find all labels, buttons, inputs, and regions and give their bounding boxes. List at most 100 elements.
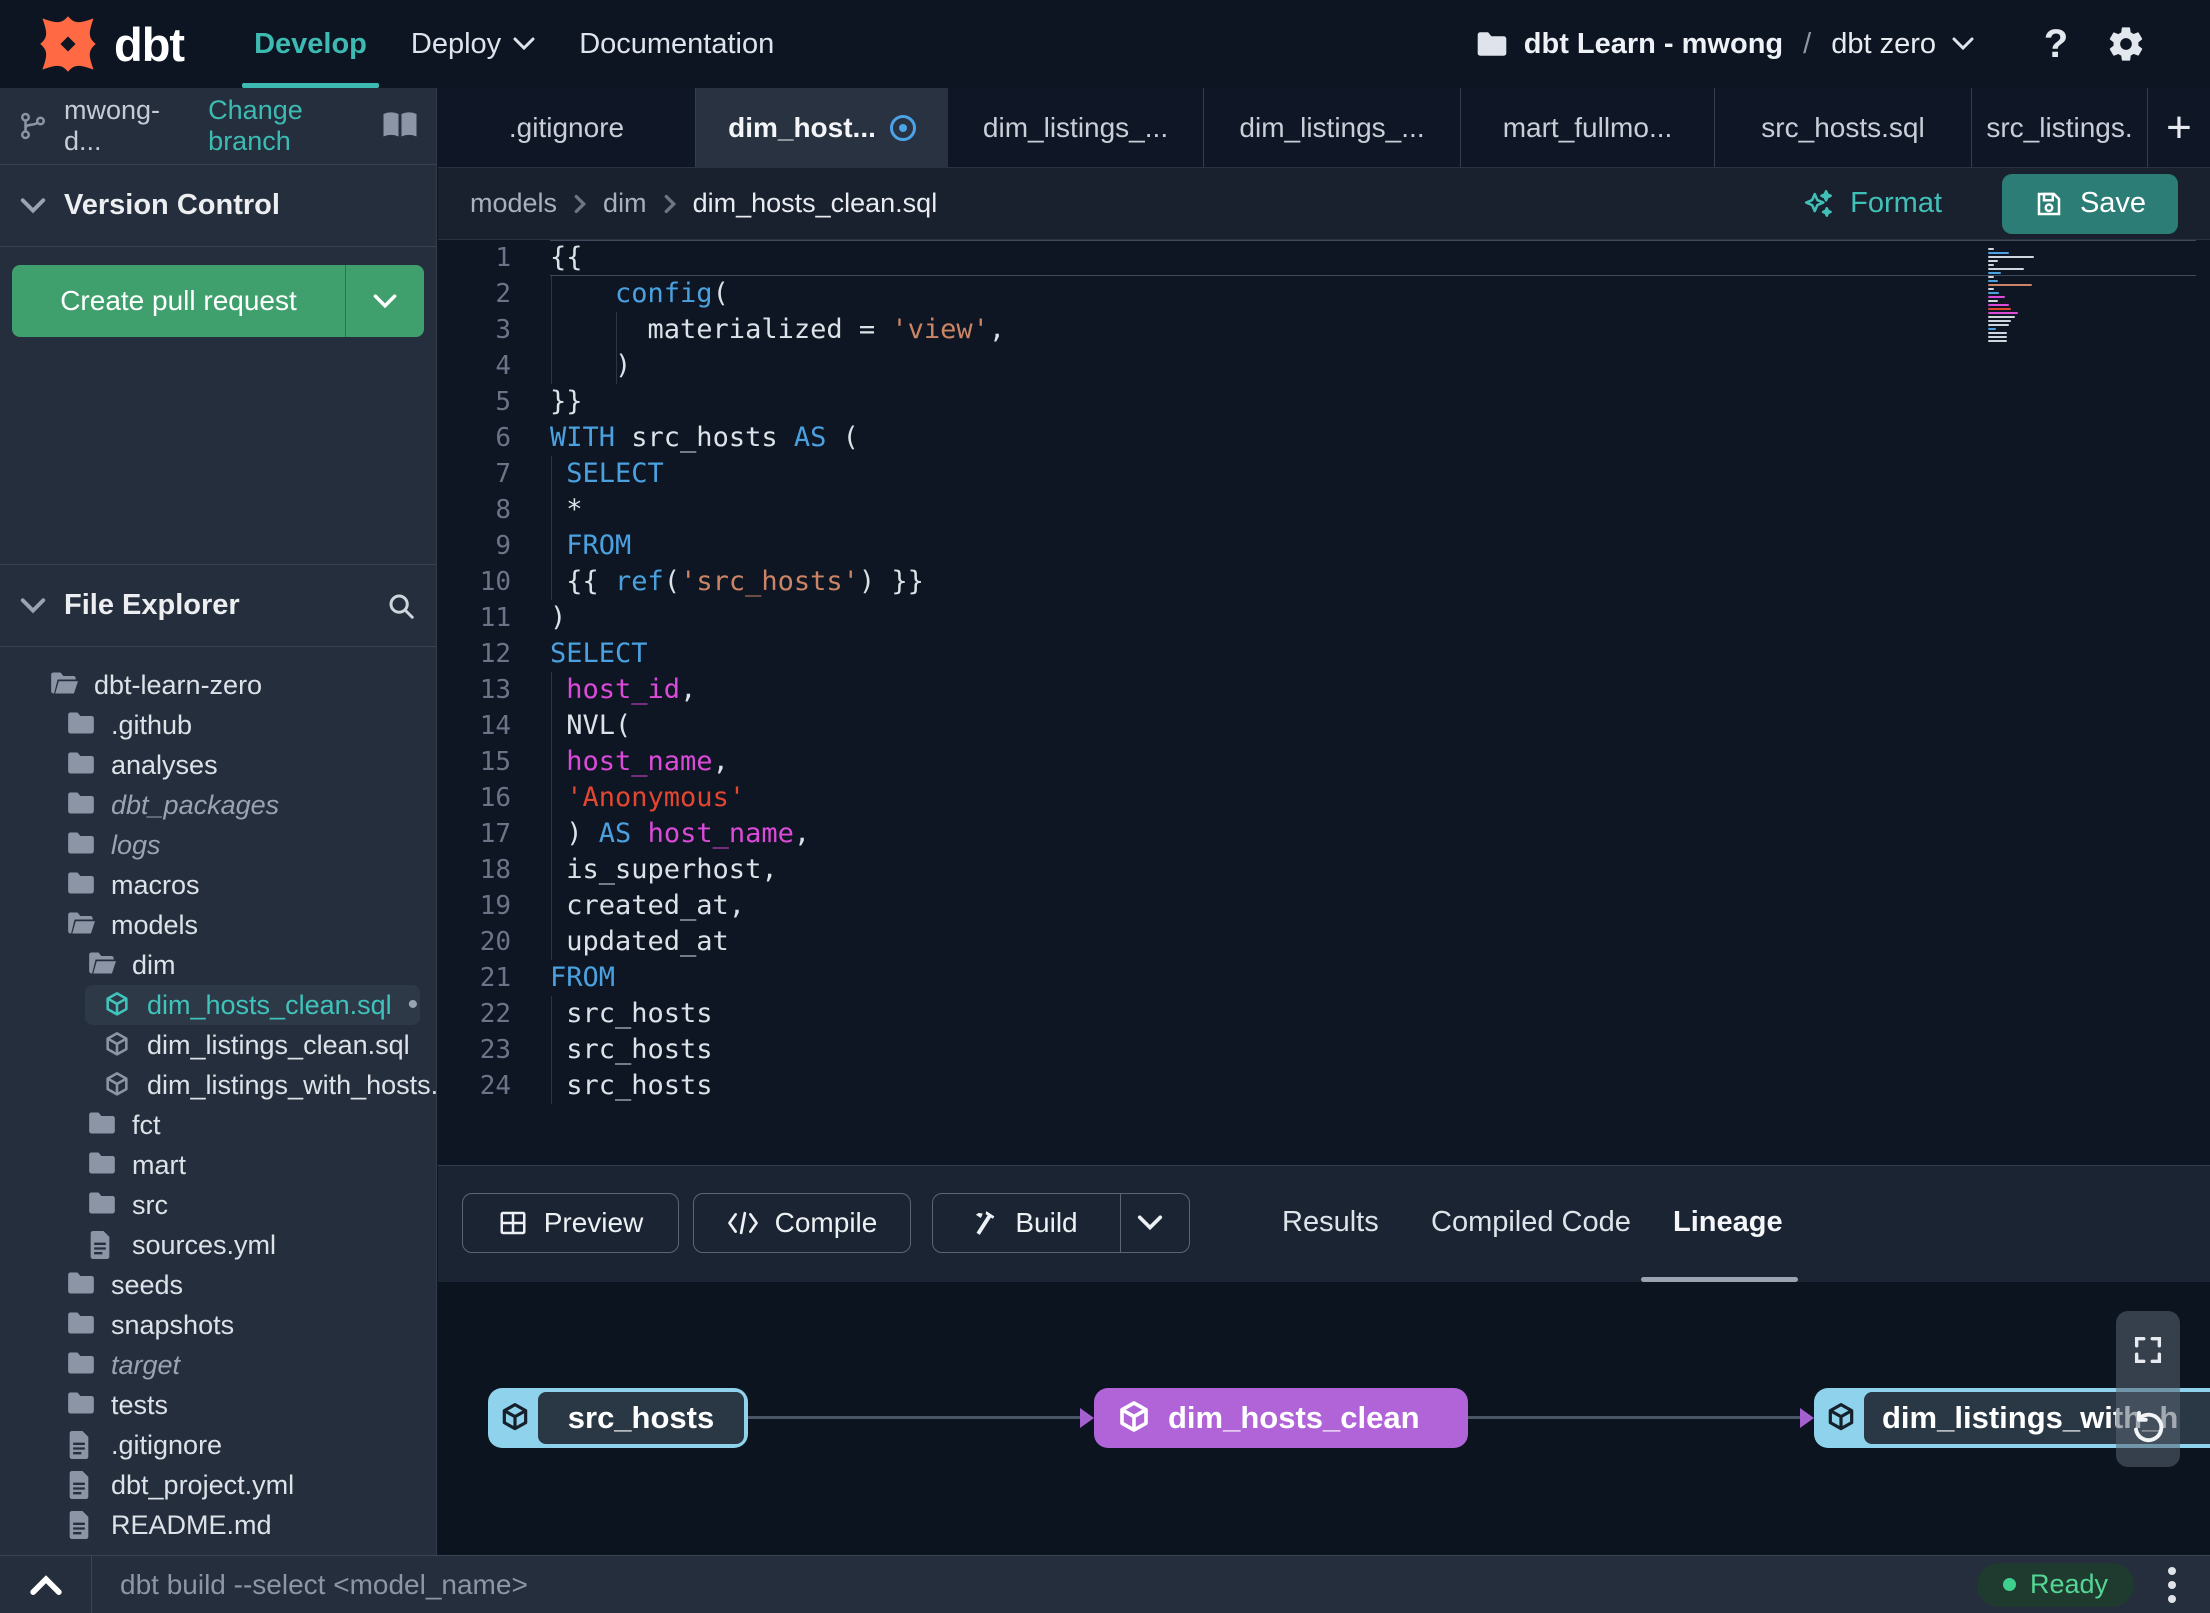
folder-icon bbox=[67, 751, 95, 779]
preview-button[interactable]: Preview bbox=[462, 1193, 679, 1253]
tree-item-analyses[interactable]: analyses bbox=[0, 745, 436, 785]
tree-item-macros[interactable]: macros bbox=[0, 865, 436, 905]
code-line-5: 5}} bbox=[438, 384, 2210, 420]
compile-button[interactable]: Compile bbox=[693, 1193, 911, 1253]
dbt-cloud-ide: dbt Develop Deploy Documentation dbt Lea… bbox=[0, 0, 2210, 1613]
lineage-edge bbox=[748, 1416, 1080, 1419]
tree-item-sources-yml[interactable]: sources.yml bbox=[0, 1225, 436, 1265]
line-number: 11 bbox=[479, 603, 511, 633]
pr-dropdown-button[interactable] bbox=[345, 265, 424, 337]
tree-item-src[interactable]: src bbox=[0, 1185, 436, 1225]
folder-icon bbox=[88, 1151, 116, 1179]
nav-documentation[interactable]: Documentation bbox=[557, 0, 796, 88]
status-dot-icon bbox=[2002, 1578, 2016, 1591]
hammer-icon bbox=[969, 1208, 999, 1238]
create-pull-request-button[interactable]: Create pull request bbox=[12, 265, 424, 337]
tree-item-label: fct bbox=[132, 1109, 161, 1140]
file-explorer-header[interactable]: File Explorer bbox=[0, 565, 436, 647]
build-dropdown-button[interactable] bbox=[1119, 1194, 1179, 1252]
panel-tab-results[interactable]: Results bbox=[1282, 1166, 1379, 1278]
editor-tab-dim-listings-[interactable]: dim_listings_... bbox=[1204, 88, 1461, 167]
code-line-16: 16 'Anonymous' bbox=[438, 780, 2210, 816]
settings-button[interactable] bbox=[2098, 16, 2154, 72]
tree-item-label: analyses bbox=[111, 749, 218, 780]
book-icon[interactable] bbox=[382, 111, 418, 141]
command-input[interactable]: dbt build --select <model_name> bbox=[120, 1569, 1977, 1601]
editor-tab-src-hosts-sql[interactable]: src_hosts.sql bbox=[1715, 88, 1972, 167]
code-text: NVL( bbox=[550, 710, 632, 741]
fullscreen-button[interactable] bbox=[2126, 1328, 2170, 1372]
tree-item-readme-md[interactable]: README.md bbox=[0, 1505, 436, 1545]
tree-item-models[interactable]: models bbox=[0, 905, 436, 945]
line-number: 1 bbox=[495, 243, 511, 273]
line-number: 10 bbox=[479, 567, 511, 597]
overflow-menu-button[interactable] bbox=[2152, 1563, 2192, 1607]
tree-item-label: models bbox=[111, 909, 199, 940]
lineage-node-dim-hosts-clean[interactable]: dim_hosts_clean bbox=[1094, 1388, 1468, 1448]
main-area: .gitignore dim_host... dim_listings_... dim… bbox=[438, 88, 2210, 1555]
save-button[interactable]: Save bbox=[2002, 173, 2178, 234]
tree-item-snapshots[interactable]: snapshots bbox=[0, 1305, 436, 1345]
version-control-header[interactable]: Version Control bbox=[0, 165, 436, 247]
panel-tab-lineage[interactable]: Lineage bbox=[1673, 1166, 1783, 1278]
code-text: ) AS host_name, bbox=[550, 818, 811, 849]
tree-item--github[interactable]: .github bbox=[0, 705, 436, 745]
panel-tab-compiled-code[interactable]: Compiled Code bbox=[1431, 1166, 1631, 1278]
line-number: 13 bbox=[479, 675, 511, 705]
lineage-node-src-hosts[interactable]: src_hosts bbox=[488, 1388, 748, 1448]
file-search-button[interactable] bbox=[386, 591, 416, 621]
tree-item-logs[interactable]: logs bbox=[0, 825, 436, 865]
editor-tab-dim-host-[interactable]: dim_host... bbox=[696, 88, 948, 167]
dbt-logo[interactable]: dbt bbox=[36, 12, 185, 76]
tree-item-seeds[interactable]: seeds bbox=[0, 1265, 436, 1305]
editor-tab-mart-fullmo-[interactable]: mart_fullmo... bbox=[1461, 88, 1715, 167]
minimap[interactable] bbox=[1988, 248, 2036, 344]
help-button[interactable]: ? bbox=[2028, 16, 2084, 72]
top-nav: dbt Develop Deploy Documentation dbt Lea… bbox=[0, 0, 2210, 88]
unsaved-dot-icon bbox=[889, 114, 916, 141]
tree-item-mart[interactable]: mart bbox=[0, 1145, 436, 1185]
lineage-canvas[interactable]: src_hosts dim_hosts_clean dim_listings_w… bbox=[438, 1282, 2210, 1555]
code-text: materialized = 'view', bbox=[550, 314, 1006, 345]
tree-item-tests[interactable]: tests bbox=[0, 1385, 436, 1425]
editor-tab--gitignore[interactable]: .gitignore bbox=[438, 88, 696, 167]
command-bar-toggle[interactable] bbox=[0, 1556, 92, 1613]
tree-item-dbt-project-yml[interactable]: dbt_project.yml bbox=[0, 1465, 436, 1505]
line-number: 20 bbox=[479, 927, 511, 957]
project-selector[interactable]: dbt Learn - mwong / dbt zero bbox=[1476, 28, 1974, 61]
tree-item-dim-listings-clean-sql[interactable]: dim_listings_clean.sql bbox=[0, 1025, 436, 1065]
line-number: 24 bbox=[479, 1071, 511, 1101]
tree-item-dbt-learn-zero[interactable]: dbt-learn-zero bbox=[0, 665, 436, 705]
line-number: 17 bbox=[479, 819, 511, 849]
tree-item-dim-hosts-clean-sql[interactable]: dim_hosts_clean.sql • bbox=[85, 985, 420, 1025]
tree-item-label: dim_listings_clean.sql bbox=[147, 1029, 410, 1060]
folder-icon bbox=[88, 1191, 116, 1219]
nav-develop[interactable]: Develop bbox=[232, 0, 389, 88]
tree-item-dim-listings-with-hosts-[interactable]: dim_listings_with_hosts... bbox=[0, 1065, 436, 1105]
editor-tab-src-listings-[interactable]: src_listings. bbox=[1972, 88, 2148, 167]
bottom-toolbar: Preview Compile Build Results Compiled C… bbox=[438, 1165, 2210, 1282]
folder-icon bbox=[67, 1391, 95, 1419]
line-number: 3 bbox=[495, 315, 511, 345]
line-number: 7 bbox=[495, 459, 511, 489]
branch-name: mwong-d... bbox=[64, 95, 161, 156]
nav-deploy[interactable]: Deploy bbox=[389, 0, 557, 88]
change-branch-link[interactable]: Change branch bbox=[208, 95, 366, 157]
tree-item-label: macros bbox=[111, 869, 200, 900]
code-editor[interactable]: 1{{2 config(3 materialized = 'view', 4 ) 5… bbox=[438, 240, 2210, 1165]
editor-tab-dim-listings-[interactable]: dim_listings_... bbox=[948, 88, 1204, 167]
tree-item-dim[interactable]: dim bbox=[0, 945, 436, 985]
refresh-button[interactable] bbox=[2126, 1406, 2170, 1450]
code-line-14: 14 NVL( bbox=[438, 708, 2210, 744]
build-button[interactable]: Build bbox=[932, 1193, 1190, 1253]
format-button[interactable]: Format bbox=[1802, 187, 1942, 221]
tree-item--gitignore[interactable]: .gitignore bbox=[0, 1425, 436, 1465]
tree-item-dbt-packages[interactable]: dbt_packages bbox=[0, 785, 436, 825]
tree-item-fct[interactable]: fct bbox=[0, 1105, 436, 1145]
tree-item-target[interactable]: target bbox=[0, 1345, 436, 1385]
model-icon bbox=[103, 1071, 131, 1099]
code-line-3: 3 materialized = 'view', bbox=[438, 312, 2210, 348]
line-number: 14 bbox=[479, 711, 511, 741]
new-tab-button[interactable]: + bbox=[2148, 88, 2210, 167]
folder-open-icon bbox=[88, 951, 116, 979]
